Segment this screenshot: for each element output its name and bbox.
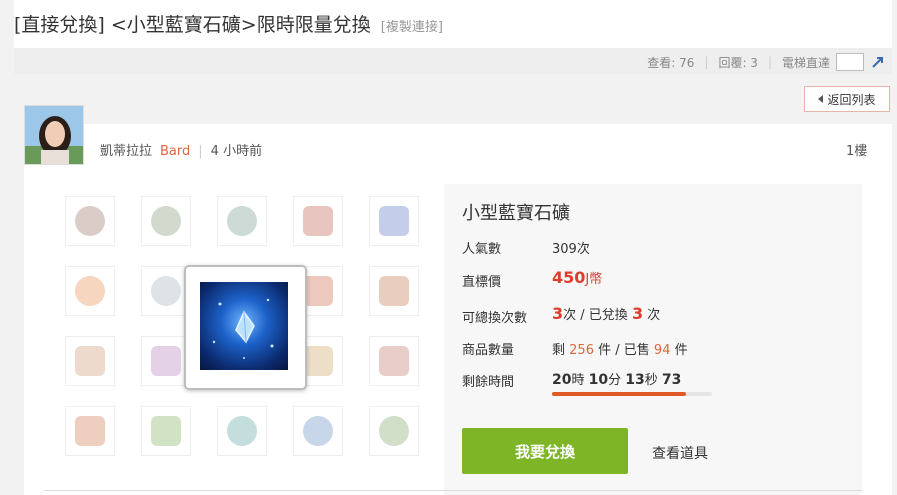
item-grid-cell[interactable] [65,406,115,456]
stats-bar: 查看: 76 | 回覆: 3 | 電梯直達 [14,48,892,74]
limit-label: 可總換次數 [462,311,528,326]
countdown-seconds: 13 [625,372,645,388]
crystal-icon [379,346,409,376]
copy-link[interactable]: [複製連接] [381,20,443,35]
item-grid-cell[interactable] [65,196,115,246]
stock-mid: 件 / 已售 [598,343,650,358]
price: 450J幣 [552,268,602,287]
countdown: 20時 10分 13秒 73 [552,369,681,388]
arrow-left-icon [818,95,824,103]
page-title: [直接兌換] <小型藍寶石礦>限時限量兌換 [複製連接] [14,10,443,37]
popularity-label: 人氣數 [462,242,502,257]
item-grid-cell[interactable] [141,406,191,456]
seconds-unit: 秒 [644,373,658,388]
feather-icon [151,346,181,376]
back-to-list-label: 返回列表 [827,92,876,107]
view-item-link[interactable]: 查看道具 [652,443,708,463]
time-progress-fill [552,392,686,396]
stock-sold: 94 [653,343,671,358]
replies-count: 回覆: 3 [718,55,758,70]
stock-suffix: 件 [674,343,688,358]
item-grid-cell[interactable] [369,406,419,456]
divider [44,490,862,491]
jump-arrow-icon[interactable] [870,54,886,70]
redeem-button[interactable]: 我要兌換 [462,428,628,474]
item-grid-cell[interactable] [65,336,115,386]
price-value: 450 [552,268,586,287]
countdown-ticks: 73 [661,372,682,388]
silver-orb-icon [151,276,181,306]
item-grid-cell[interactable] [65,266,115,316]
minutes-unit: 分 [608,373,622,388]
small-blue-sapphire-ore-icon [200,282,288,370]
floor-jump-input[interactable] [836,53,864,71]
redeemed-unit: 次 [647,308,661,323]
price-unit: J幣 [585,272,603,287]
red-book-icon [303,206,333,236]
flower-icon [379,276,409,306]
gem-orb-icon [75,206,105,236]
thread-title: [直接兌換] <小型藍寶石礦>限時限量兌換 [14,14,371,36]
leaf-icon [75,346,105,376]
author-class-badge: Bard [160,144,191,159]
divider: | [198,144,203,159]
author-name[interactable]: 凱蒂拉拉 [100,144,152,159]
shell-icon [379,416,409,446]
hours-unit: 時 [571,373,585,388]
floor-number: 1樓 [846,144,868,159]
item-grid-cell[interactable] [369,266,419,316]
redeemed-value: 3 [631,304,644,323]
stats: 查看: 76 | 回覆: 3 | 電梯直達 [647,53,886,71]
limit: 3次 / 已兌換 3 次 [552,304,660,323]
views-count: 查看: 76 [647,55,695,70]
flower-icon [303,276,333,306]
shell-icon [227,416,257,446]
divider: | [767,55,772,69]
fire-orb-icon [75,276,105,306]
stock: 剩 256 件 / 已售 94 件 [552,339,688,358]
back-to-list-button[interactable]: 返回列表 [804,86,890,112]
crystal-icon [303,346,333,376]
item-grid-cell[interactable] [141,196,191,246]
wand-icon [151,416,181,446]
item-name: 小型藍寶石礦 [462,203,570,224]
gem-orb-icon [227,206,257,236]
item-grid-cell[interactable] [217,406,267,456]
divider: | [704,55,709,69]
item-grid-cell[interactable] [293,406,343,456]
jump-label: 電梯直達 [781,55,830,70]
item-grid-cell[interactable] [369,336,419,386]
countdown-hours: 20 [552,372,572,388]
post-time: 4 小時前 [210,144,263,159]
item-grid-cell[interactable] [293,196,343,246]
gem-orb-icon [151,206,181,236]
shell-icon [303,416,333,446]
item-grid-cell[interactable] [369,196,419,246]
item-grid-cell[interactable] [217,196,267,246]
wand-icon [75,416,105,446]
avatar[interactable] [24,105,84,165]
limit-value: 3 [552,304,564,323]
price-label: 直標價 [462,275,502,290]
author-line: 凱蒂拉拉 Bard | 4 小時前 [100,140,262,159]
stock-prefix: 剩 [552,343,566,358]
countdown-minutes: 10 [588,372,609,388]
popularity-value: 309次 [552,242,590,257]
time-label: 剩餘時間 [462,375,515,390]
stock-label: 商品數量 [462,343,515,358]
blue-book-icon [379,206,409,236]
stock-left: 256 [569,343,594,358]
limit-unit: 次 / 已兌換 [563,308,628,323]
